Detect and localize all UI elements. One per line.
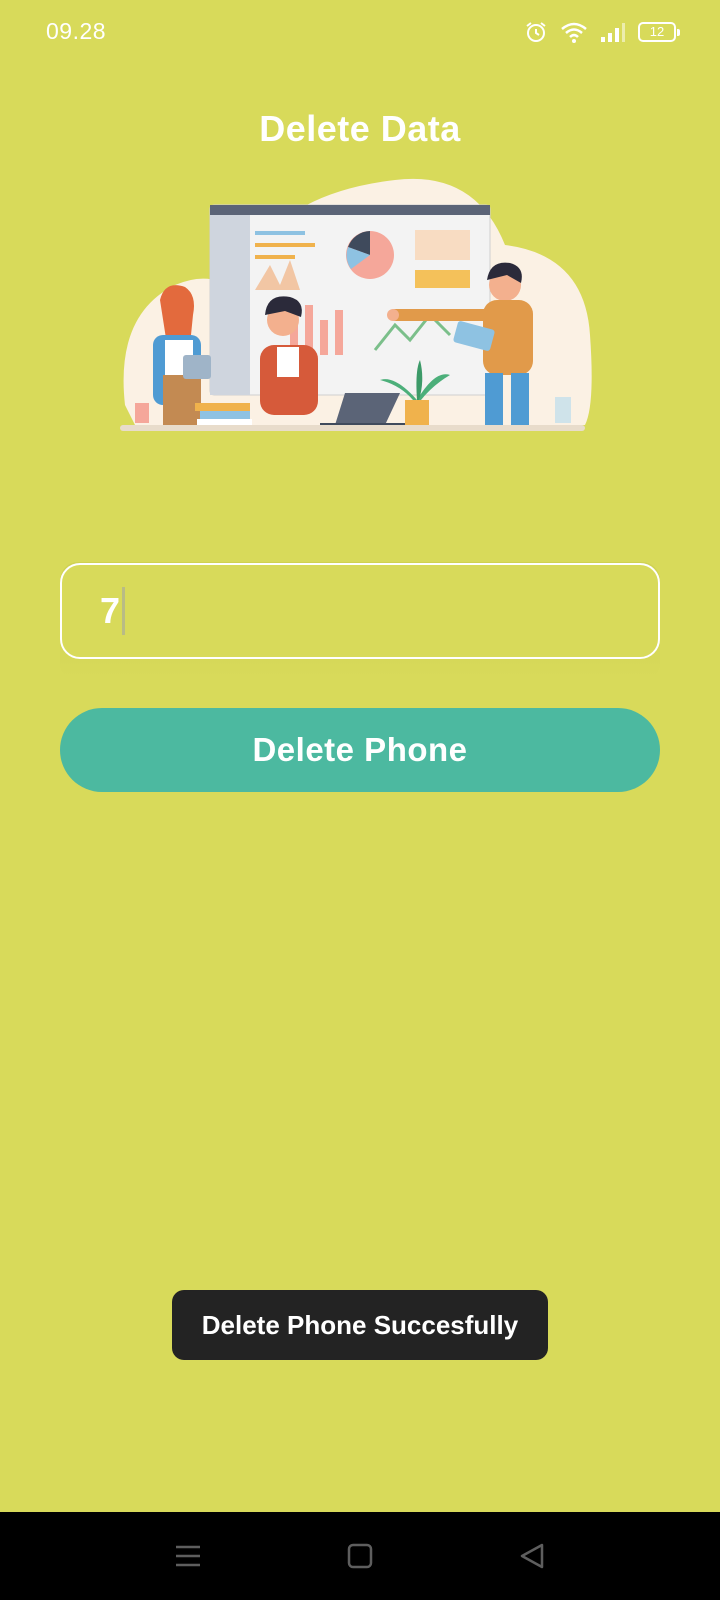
status-icons: 12 (524, 18, 680, 46)
battery-icon: 12 (638, 22, 680, 42)
menu-icon[interactable] (168, 1536, 208, 1576)
alarm-icon (526, 22, 546, 42)
wifi-icon (561, 22, 587, 43)
toast-message: Delete Phone Succesfully (172, 1290, 548, 1360)
home-icon[interactable] (340, 1536, 380, 1576)
phone-id-input-value: 7 (100, 590, 121, 631)
status-time: 09.28 (46, 18, 107, 44)
navigation-bar (0, 1512, 720, 1600)
status-bar: 09.28 12 (0, 0, 720, 64)
text-cursor (122, 587, 126, 635)
page-title: Delete Data (259, 108, 461, 149)
team-dashboard-illustration (120, 178, 592, 431)
signal-icon (601, 23, 625, 42)
delete-phone-button[interactable]: Delete Phone (60, 708, 660, 792)
phone-id-input[interactable]: 7 (60, 563, 660, 659)
back-icon[interactable] (512, 1536, 552, 1576)
